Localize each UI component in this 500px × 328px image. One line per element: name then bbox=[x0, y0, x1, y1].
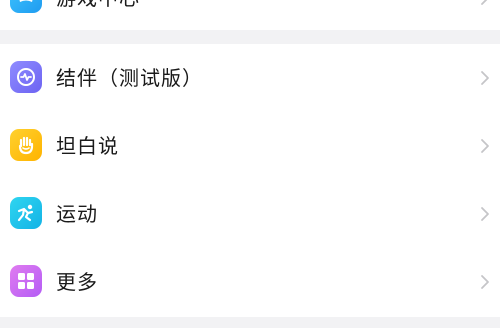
grid-icon bbox=[10, 265, 42, 297]
partner-wave-icon bbox=[10, 61, 42, 93]
menu-item-label: 坦白说 bbox=[56, 134, 119, 158]
menu-item-label: 游戏中心 bbox=[56, 0, 140, 12]
menu-item-partner[interactable]: 结伴（测试版） bbox=[0, 44, 500, 112]
chevron-right-icon bbox=[481, 207, 489, 221]
menu-item-label: 结伴（测试版） bbox=[56, 66, 203, 90]
runner-icon bbox=[10, 197, 42, 229]
settings-list-page: 游戏中心 结伴（测试版） bbox=[0, 0, 500, 328]
chevron-right-icon bbox=[481, 275, 489, 289]
menu-item-sport[interactable]: 运动 bbox=[0, 180, 500, 248]
menu-item-label: 更多 bbox=[56, 270, 98, 294]
menu-item-game-center[interactable]: 游戏中心 bbox=[0, 0, 500, 32]
top-section: 游戏中心 bbox=[0, 0, 500, 30]
chevron-right-icon bbox=[481, 71, 489, 85]
menu-item-more[interactable]: 更多 bbox=[0, 248, 500, 316]
chevron-right-icon bbox=[481, 139, 489, 153]
hand-icon bbox=[10, 129, 42, 161]
chevron-right-icon bbox=[481, 0, 488, 5]
menu-item-label: 运动 bbox=[56, 202, 98, 226]
main-section: 结伴（测试版） 坦白说 运动 更多 bbox=[0, 44, 500, 317]
gamepad-icon bbox=[10, 0, 42, 13]
menu-item-frank-talk[interactable]: 坦白说 bbox=[0, 112, 500, 180]
